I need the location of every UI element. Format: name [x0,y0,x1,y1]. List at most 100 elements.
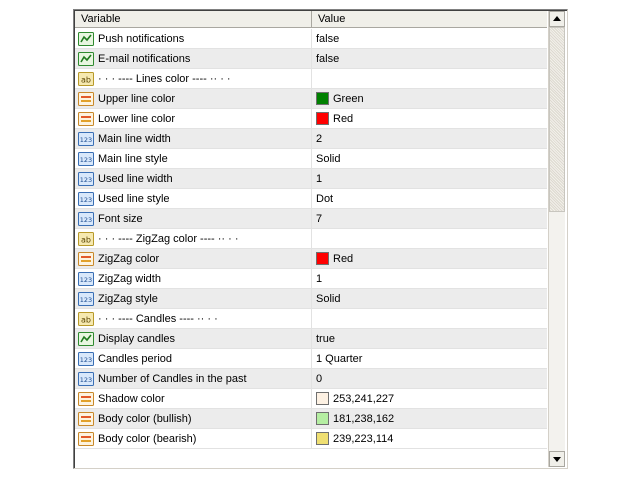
value-cell[interactable]: 1 [312,169,547,188]
color-swatch [316,432,329,445]
value-text: 1 Quarter [316,352,363,365]
variable-name: Body color (bearish) [98,432,197,445]
variable-name: · · · ---- ZigZag color ---- ·· · · [98,232,239,245]
value-cell[interactable] [312,69,547,88]
value-text: 253,241,227 [333,392,395,405]
variable-name: ZigZag width [98,272,161,285]
color-swatch [316,92,329,105]
variable-name: · · · ---- Lines color ---- ·· · · [98,72,231,85]
string-type-icon: ab [78,231,94,246]
value-cell[interactable]: 0 [312,369,547,388]
column-header-variable[interactable]: Variable [75,11,312,28]
svg-text:123: 123 [80,216,92,224]
value-cell[interactable]: Red [312,109,547,128]
int-type-icon: 123 [78,371,94,386]
value-cell[interactable]: false [312,29,547,48]
variable-name: Upper line color [98,92,176,105]
table-row[interactable]: Shadow color 253,241,227 [75,389,547,409]
variable-cell: 123 ZigZag width [75,269,312,288]
value-cell[interactable]: Green [312,89,547,108]
table-row[interactable]: ab · · · ---- ZigZag color ---- ·· · · [75,229,547,249]
value-cell[interactable]: 253,241,227 [312,389,547,408]
value-text: 1 [316,172,323,185]
table-row[interactable]: 123 Used line style Dot [75,189,547,209]
value-cell[interactable]: Solid [312,289,547,308]
table-row[interactable]: Lower line color Red [75,109,547,129]
variable-name: Font size [98,212,143,225]
variable-name: Push notifications [98,32,185,45]
int-type-icon: 123 [78,211,94,226]
bool-type-icon [78,31,94,46]
svg-text:123: 123 [80,376,92,384]
color-type-icon [78,91,94,106]
variable-cell: ab · · · ---- ZigZag color ---- ·· · · [75,229,312,248]
svg-text:123: 123 [80,296,92,304]
table-row[interactable]: 123 Number of Candles in the past 0 [75,369,547,389]
value-text: Solid [316,292,341,305]
column-header-value[interactable]: Value [312,11,547,28]
scroll-thumb[interactable] [549,27,565,212]
variable-name: ZigZag style [98,292,158,305]
table-row[interactable]: E-mail notifications false [75,49,547,69]
table-row[interactable]: 123 Main line style Solid [75,149,547,169]
int-type-icon: 123 [78,191,94,206]
scroll-up-button[interactable] [549,11,565,27]
color-type-icon [78,251,94,266]
bool-type-icon [78,51,94,66]
table-row[interactable]: Body color (bearish) 239,223,114 [75,429,547,449]
value-text: Dot [316,192,334,205]
svg-text:123: 123 [80,176,92,184]
scroll-down-button[interactable] [549,451,565,467]
value-text: false [316,32,340,45]
value-cell[interactable]: 1 [312,269,547,288]
color-swatch [316,112,329,125]
table-row[interactable]: 123 Candles period 1 Quarter [75,349,547,369]
value-cell[interactable] [312,229,547,248]
variable-cell: 123 Main line width [75,129,312,148]
svg-text:123: 123 [80,196,92,204]
value-cell[interactable]: 239,223,114 [312,429,547,448]
value-cell[interactable]: 1 Quarter [312,349,547,368]
color-swatch [316,392,329,405]
value-cell[interactable]: false [312,49,547,68]
table-row[interactable]: Display candles true [75,329,547,349]
value-cell[interactable]: 181,238,162 [312,409,547,428]
table-row[interactable]: ab · · · ---- Candles ---- ·· · · [75,309,547,329]
value-cell[interactable]: true [312,329,547,348]
value-cell[interactable]: 2 [312,129,547,148]
table-row[interactable]: Push notifications false [75,29,547,49]
table-row[interactable]: Upper line color Green [75,89,547,109]
variable-name: Candles period [98,352,172,365]
value-text: false [316,52,340,65]
variable-cell: 123 Main line style [75,149,312,168]
value-cell[interactable]: Solid [312,149,547,168]
grid-header: Variable Value [75,11,547,29]
table-row[interactable]: 123 ZigZag style Solid [75,289,547,309]
variable-name: Used line width [98,172,173,185]
int-type-icon: 123 [78,351,94,366]
svg-text:123: 123 [80,356,92,364]
variable-name: Used line style [98,192,170,205]
color-type-icon [78,411,94,426]
table-row[interactable]: 123 ZigZag width 1 [75,269,547,289]
table-row[interactable]: 123 Font size 7 [75,209,547,229]
vertical-scrollbar[interactable] [548,11,565,467]
value-cell[interactable]: Dot [312,189,547,208]
table-row[interactable]: ab · · · ---- Lines color ---- ·· · · [75,69,547,89]
value-cell[interactable]: 7 [312,209,547,228]
value-text: 1 [316,272,323,285]
table-row[interactable]: Body color (bullish) 181,238,162 [75,409,547,429]
variable-name: Body color (bullish) [98,412,192,425]
scroll-track[interactable] [549,212,565,451]
value-cell[interactable] [312,309,547,328]
table-row[interactable]: 123 Used line width 1 [75,169,547,189]
table-row[interactable]: ZigZag color Red [75,249,547,269]
table-row[interactable]: 123 Main line width 2 [75,129,547,149]
value-cell[interactable]: Red [312,249,547,268]
int-type-icon: 123 [78,151,94,166]
value-text: 239,223,114 [333,432,394,445]
variable-cell: Lower line color [75,109,312,128]
variable-cell: Display candles [75,329,312,348]
value-text: Green [333,92,364,105]
string-type-icon: ab [78,71,94,86]
